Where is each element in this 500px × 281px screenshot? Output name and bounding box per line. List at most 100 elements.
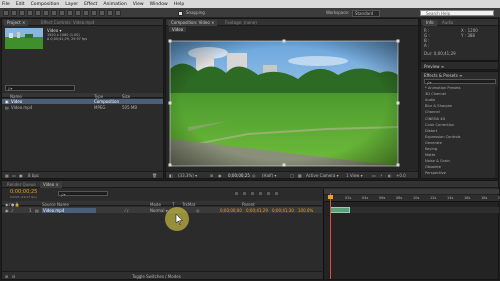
eraser-tool-icon[interactable]: [99, 10, 105, 16]
layer-row[interactable]: ◉ ♪ 1 ▤ Video.mp4 ⁄ ∕ Normal ▾ ◎ 0;00;00…: [2, 207, 322, 213]
exposure-icon[interactable]: ◐: [388, 173, 392, 178]
tab-audio[interactable]: Audio: [439, 20, 456, 26]
home-tool-icon[interactable]: [3, 10, 9, 16]
effects-category[interactable]: Expression Controls: [425, 135, 491, 140]
always-preview-icon[interactable]: ◧: [169, 173, 173, 178]
expand-modes-icon[interactable]: ⊟: [12, 274, 15, 279]
effects-category[interactable]: Channel: [425, 110, 491, 115]
menu-edit[interactable]: Edit: [16, 2, 25, 7]
menu-composition[interactable]: Composition: [31, 2, 60, 7]
help-search-input[interactable]: Search Help: [420, 10, 494, 16]
type-tool-icon[interactable]: [75, 10, 81, 16]
effects-category[interactable]: Distort: [425, 129, 491, 134]
magnification-select[interactable]: (33.3%) ▾: [178, 173, 197, 178]
comp-mini-flowchart-icon[interactable]: [234, 191, 239, 196]
transparency-grid-icon[interactable]: ▩: [298, 173, 302, 178]
camera-select[interactable]: Active Camera ▾: [306, 173, 339, 178]
workspace-select[interactable]: Standard: [352, 10, 381, 17]
draft-3d-icon[interactable]: [242, 191, 247, 196]
resolution-select[interactable]: (Half) ▾: [262, 173, 276, 178]
menu-layer[interactable]: Layer: [65, 2, 78, 7]
new-composition-icon[interactable]: ▣: [19, 173, 23, 178]
layer-switches[interactable]: ⁄ ∕: [125, 208, 128, 213]
col-source-name[interactable]: Source Name: [42, 202, 69, 207]
view-layout-select[interactable]: 1 View ▾: [346, 173, 363, 178]
tab-footage[interactable]: Footage: (none): [222, 20, 260, 26]
effects-category[interactable]: Matte: [425, 153, 491, 158]
roto-brush-tool-icon[interactable]: [107, 10, 113, 16]
delete-icon[interactable]: 🗑: [152, 173, 157, 178]
pen-tool-icon[interactable]: [67, 10, 73, 16]
col-mode[interactable]: Mode: [150, 202, 161, 207]
project-row-composition[interactable]: ▣ Video Composition: [2, 99, 163, 104]
menu-view[interactable]: View: [133, 2, 144, 7]
menu-help[interactable]: Help: [174, 2, 184, 7]
current-time-display[interactable]: 0;00;00;25: [228, 173, 250, 178]
tab-timeline-video[interactable]: Video ×: [40, 182, 62, 188]
effects-category[interactable]: Audio: [425, 98, 491, 103]
motion-blur-icon[interactable]: [266, 191, 271, 196]
effects-category[interactable]: Perspective: [425, 171, 491, 176]
effects-category[interactable]: Color Correction: [425, 123, 491, 128]
expand-layer-switches-icon[interactable]: ⊞: [5, 274, 8, 279]
audio-icon[interactable]: ♪: [11, 208, 14, 213]
camera-snapshot-icon[interactable]: ◎: [252, 173, 256, 178]
parent-pick-whip-icon[interactable]: ◎: [196, 208, 200, 213]
timeline-graph-area[interactable]: 0s02s04s06s08s10s12s14s16s18s20s: [323, 189, 500, 279]
col-type[interactable]: Type: [94, 94, 103, 99]
menu-animation[interactable]: Animation: [103, 2, 126, 7]
layer-out-point[interactable]: 0;00;41;29: [246, 208, 268, 213]
new-folder-icon[interactable]: ▭: [12, 173, 16, 178]
col-parent[interactable]: Parent: [242, 202, 255, 207]
menu-file[interactable]: File: [2, 2, 10, 7]
graph-editor-icon[interactable]: [274, 191, 279, 196]
tab-effects-presets[interactable]: Effects & Presets ≡: [424, 73, 462, 78]
toggle-switches-modes[interactable]: Toggle Switches / Modes: [132, 274, 181, 279]
timeline-search-input[interactable]: ρ▾: [58, 191, 108, 197]
time-ruler[interactable]: 0s02s04s06s08s10s12s14s16s18s20s: [324, 195, 500, 202]
pan-behind-tool-icon[interactable]: [51, 10, 57, 16]
time-navigator[interactable]: [324, 189, 499, 194]
tab-info[interactable]: Info: [423, 20, 437, 26]
tab-render-queue[interactable]: Render Queue: [4, 182, 39, 188]
shy-layers-icon[interactable]: [250, 191, 255, 196]
effects-search-input[interactable]: ρ▾: [424, 79, 496, 85]
col-size[interactable]: Size: [122, 94, 130, 99]
layer-duration-bar[interactable]: [330, 207, 350, 213]
roi-icon[interactable]: ▢: [290, 173, 294, 178]
snapshot-icon[interactable]: ◉: [218, 173, 222, 178]
selection-tool-icon[interactable]: [11, 10, 17, 16]
layer-in-point[interactable]: 0;00;00;00: [220, 208, 242, 213]
composition-viewer[interactable]: [168, 39, 400, 167]
effects-category[interactable]: Blur & Sharpen: [425, 104, 491, 109]
tab-composition[interactable]: Composition: Video ×: [168, 20, 218, 26]
menu-effect[interactable]: Effect: [84, 2, 97, 7]
grid-icon[interactable]: ⊞: [210, 173, 213, 178]
effects-category[interactable]: Obsolete: [425, 165, 491, 170]
layer-duration[interactable]: 0;00;41;30: [272, 208, 294, 213]
shape-tool-icon[interactable]: [59, 10, 65, 16]
snapping-checkbox[interactable]: [178, 10, 183, 16]
frame-blending-icon[interactable]: [258, 191, 263, 196]
project-search-input[interactable]: ρ▾: [5, 85, 75, 91]
color-depth-label[interactable]: 8 bpc: [28, 173, 39, 178]
hand-tool-icon[interactable]: [19, 10, 25, 16]
effects-category[interactable]: Noise & Grain: [425, 159, 491, 164]
video-visibility-icon[interactable]: ◉: [5, 208, 9, 213]
effects-scrollbar[interactable]: [495, 86, 498, 178]
layer-stretch[interactable]: 100.0%: [298, 208, 313, 213]
puppet-tool-icon[interactable]: [115, 10, 121, 16]
effects-category[interactable]: Generate: [425, 141, 491, 146]
layer-name[interactable]: Video.mp4: [42, 207, 96, 213]
col-name[interactable]: Name: [10, 94, 22, 99]
project-row-footage[interactable]: ▤ Video.mp4 MPEG 505 MB: [2, 105, 163, 110]
pixel-aspect-icon[interactable]: ▭: [372, 173, 376, 178]
effects-category[interactable]: Keying: [425, 147, 491, 152]
interpret-footage-icon[interactable]: ▦: [5, 173, 9, 178]
rotate-tool-icon[interactable]: [35, 10, 41, 16]
effects-category[interactable]: 3D Channel: [425, 92, 491, 97]
camera-tool-icon[interactable]: [43, 10, 49, 16]
composition-name-tab[interactable]: Video: [169, 27, 187, 32]
current-time-indicator[interactable]: [330, 193, 331, 279]
tab-effect-controls[interactable]: Effect Controls: Video.mp4: [38, 20, 97, 26]
